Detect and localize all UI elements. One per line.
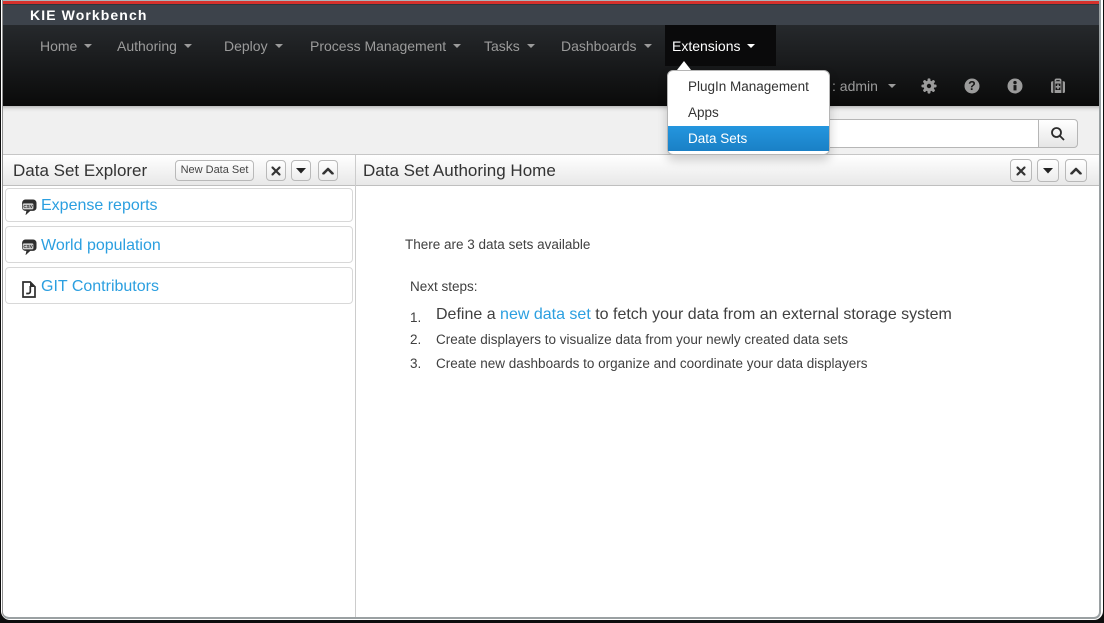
- svg-text:?: ?: [968, 79, 976, 93]
- svg-text:CSV: CSV: [23, 204, 33, 209]
- svg-text:CSV: CSV: [23, 244, 33, 249]
